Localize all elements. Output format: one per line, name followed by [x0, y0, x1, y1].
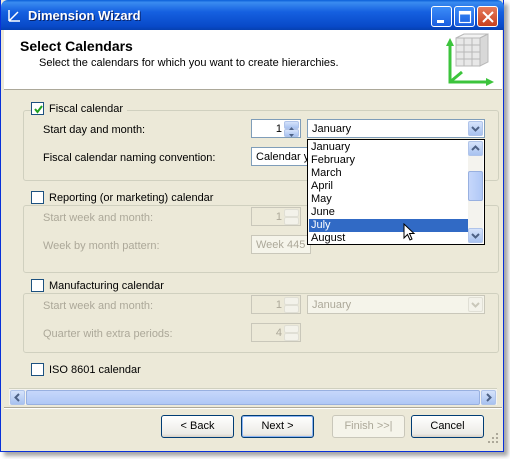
page-subtitle: Select the calendars for which you want … — [39, 57, 339, 69]
fiscal-start-month-select[interactable]: January — [307, 119, 485, 138]
close-button[interactable] — [477, 6, 498, 27]
scroll-left-icon[interactable] — [10, 390, 25, 405]
finish-button[interactable]: Finish >>| — [332, 415, 405, 438]
manufacturing-quarter-label: Quarter with extra periods: — [43, 328, 173, 340]
mouse-cursor-icon — [403, 222, 417, 244]
month-option[interactable]: August — [309, 232, 469, 244]
back-button[interactable]: < Back — [161, 415, 234, 438]
minimize-button[interactable] — [431, 6, 452, 27]
spin-up-icon[interactable] — [284, 121, 299, 130]
cancel-button[interactable]: Cancel — [411, 415, 484, 438]
month-dropdown-list[interactable]: January February March April May June Ju… — [307, 139, 485, 245]
wizard-icon — [7, 8, 22, 23]
reporting-start-week-stepper[interactable]: 1 — [251, 207, 301, 226]
manufacturing-start-week-stepper[interactable]: 1 — [251, 295, 301, 314]
month-option[interactable]: May — [309, 193, 469, 206]
spin-down-icon[interactable] — [284, 333, 299, 341]
reporting-calendar-checkbox-row[interactable]: Reporting (or marketing) calendar — [31, 191, 218, 204]
chevron-down-icon[interactable] — [468, 121, 483, 136]
manufacturing-quarter-value: 4 — [275, 327, 282, 339]
scroll-thumb[interactable] — [26, 390, 480, 405]
reporting-calendar-checkbox[interactable] — [31, 191, 44, 204]
wizard-header: Select Calendars Select the calendars fo… — [4, 30, 502, 90]
reporting-calendar-label: Reporting (or marketing) calendar — [49, 191, 214, 204]
fiscal-naming-label: Fiscal calendar naming convention: — [43, 152, 216, 164]
dimension-wizard-window: Dimension Wizard Select Calendars Select… — [0, 0, 504, 452]
month-option-selected[interactable]: July — [309, 219, 469, 232]
iso-calendar-checkbox[interactable] — [31, 363, 44, 376]
spin-down-icon[interactable] — [284, 217, 299, 225]
spin-down-icon[interactable] — [284, 129, 299, 137]
manufacturing-start-month-select[interactable]: January — [307, 295, 485, 314]
spin-up-icon[interactable] — [284, 325, 299, 333]
manufacturing-quarter-stepper[interactable]: 4 — [251, 323, 301, 342]
manufacturing-start-week-value: 1 — [275, 299, 282, 311]
window-title: Dimension Wizard — [28, 8, 141, 23]
month-option[interactable]: June — [309, 206, 469, 219]
chevron-down-icon[interactable] — [468, 297, 483, 312]
scroll-right-icon[interactable] — [481, 390, 496, 405]
month-option[interactable]: January — [309, 141, 469, 154]
spin-down-icon[interactable] — [284, 305, 299, 313]
month-option[interactable]: February — [309, 154, 469, 167]
horizontal-scrollbar[interactable] — [9, 388, 497, 405]
fiscal-calendar-checkbox-row[interactable]: Fiscal calendar — [31, 102, 127, 115]
iso-calendar-checkbox-row[interactable]: ISO 8601 calendar — [31, 363, 145, 376]
reporting-start-week-value: 1 — [275, 211, 282, 223]
spin-up-icon[interactable] — [284, 297, 299, 305]
scroll-up-icon[interactable] — [468, 141, 483, 156]
reporting-start-label: Start week and month: — [43, 212, 154, 224]
dropdown-scrollbar[interactable] — [468, 141, 483, 243]
scroll-thumb[interactable] — [468, 171, 483, 201]
title-bar[interactable]: Dimension Wizard — [1, 0, 504, 30]
fiscal-calendar-label: Fiscal calendar — [49, 102, 123, 115]
dimension-cube-icon — [442, 32, 498, 91]
fiscal-start-day-value: 1 — [275, 123, 282, 135]
fiscal-start-day-stepper[interactable]: 1 — [251, 119, 301, 138]
manufacturing-calendar-checkbox[interactable] — [31, 279, 44, 292]
scroll-down-icon[interactable] — [468, 228, 483, 243]
manufacturing-calendar-checkbox-row[interactable]: Manufacturing calendar — [31, 279, 168, 292]
month-option[interactable]: April — [309, 180, 469, 193]
resize-grip-icon[interactable] — [487, 432, 499, 447]
manufacturing-start-label: Start week and month: — [43, 300, 154, 312]
month-option[interactable]: March — [309, 167, 469, 180]
manufacturing-calendar-label: Manufacturing calendar — [49, 279, 164, 292]
fiscal-calendar-checkbox[interactable] — [31, 102, 44, 115]
fiscal-naming-select[interactable]: Calendar y — [251, 147, 311, 166]
fiscal-start-label: Start day and month: — [43, 124, 146, 136]
reporting-pattern-value: Week 445 — [256, 239, 306, 251]
reporting-pattern-select[interactable]: Week 445 — [251, 235, 311, 254]
next-button[interactable]: Next > — [241, 415, 314, 438]
page-title: Select Calendars — [20, 38, 133, 54]
maximize-button[interactable] — [454, 6, 475, 27]
fiscal-start-month-value: January — [312, 123, 352, 135]
manufacturing-start-month-value: January — [312, 299, 352, 311]
spin-up-icon[interactable] — [284, 209, 299, 217]
iso-calendar-label: ISO 8601 calendar — [49, 363, 141, 376]
footer-separator — [4, 407, 502, 409]
fiscal-naming-value: Calendar y — [256, 151, 310, 163]
reporting-pattern-label: Week by month pattern: — [43, 240, 160, 252]
